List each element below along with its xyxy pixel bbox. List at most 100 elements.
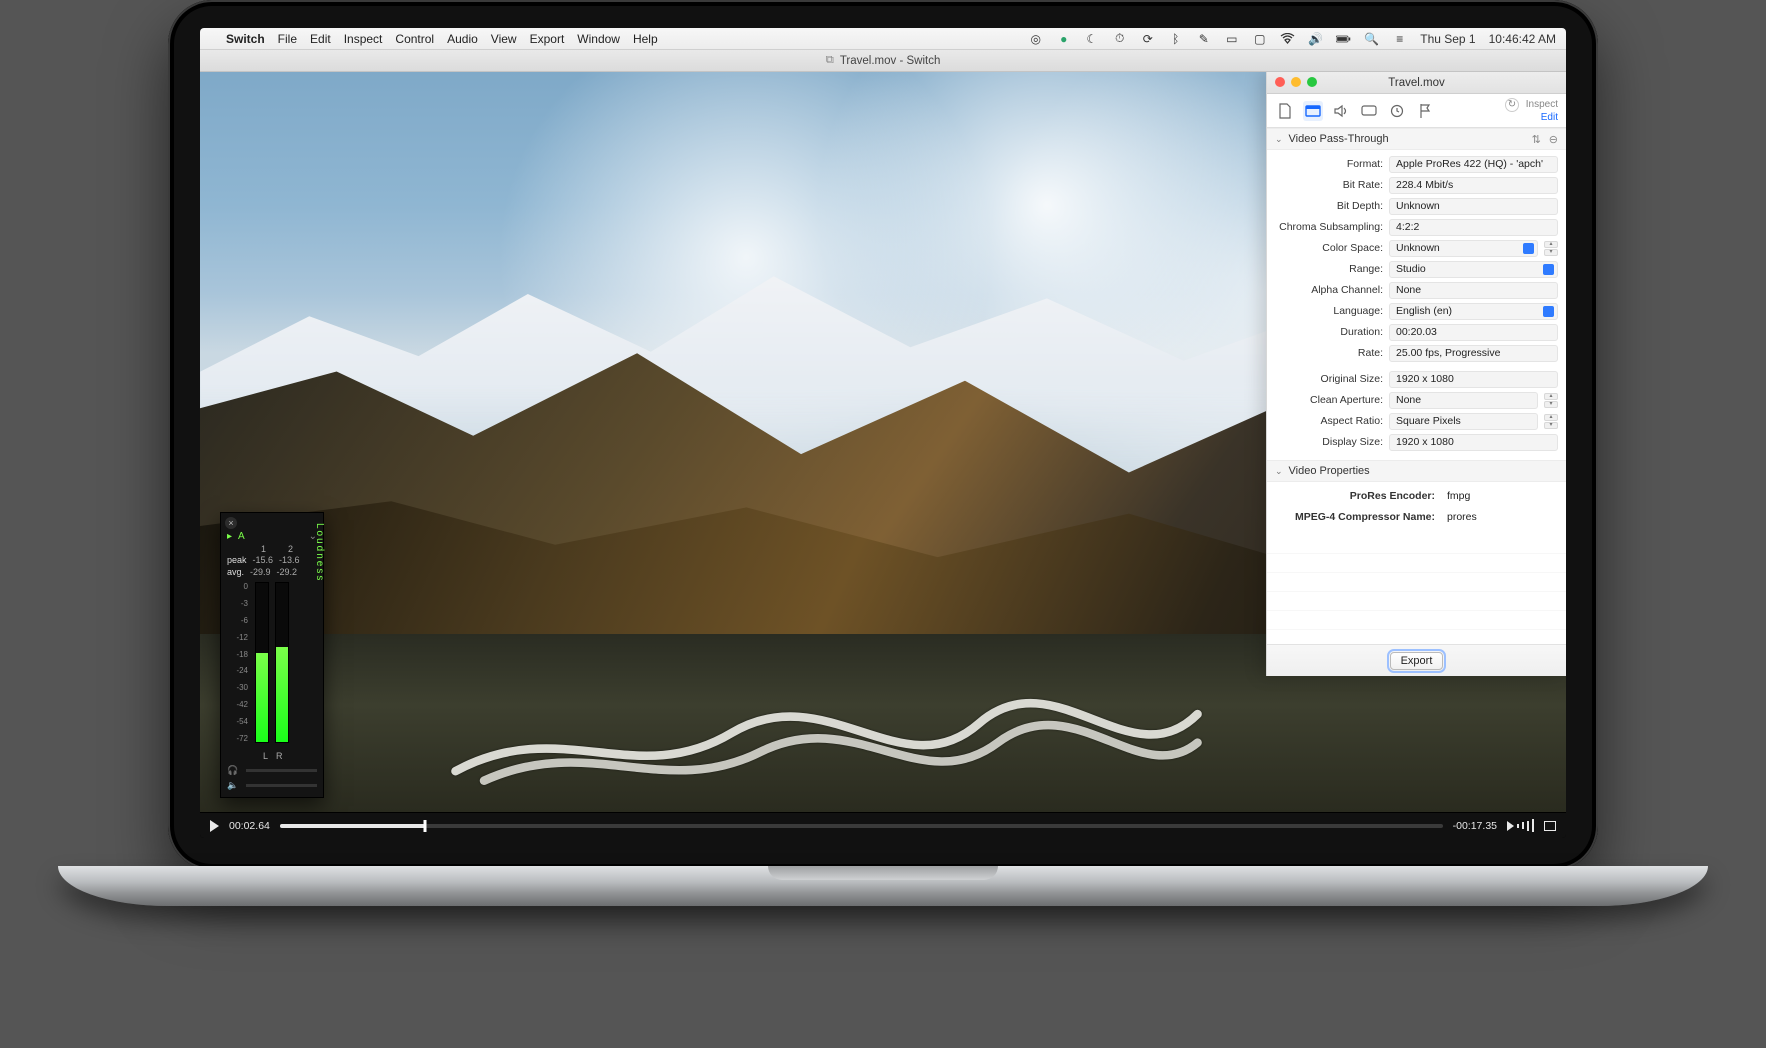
tab-file-icon[interactable]	[1275, 101, 1295, 121]
alpha-label: Alpha Channel:	[1275, 284, 1383, 296]
video-viewport[interactable]: × ▸ A ⌄ Loudness 1 2 peak -15.6 -13.6	[200, 72, 1566, 812]
play-icon[interactable]	[210, 820, 219, 832]
prores-value: fmpg	[1441, 488, 1558, 505]
menu-export[interactable]: Export	[530, 32, 565, 46]
lr-l: L	[263, 751, 268, 761]
tab-caption-icon[interactable]	[1359, 101, 1379, 121]
menu-audio[interactable]: Audio	[447, 32, 478, 46]
minimize-window-icon[interactable]	[1291, 77, 1301, 87]
menubar-time[interactable]: 10:46:42 AM	[1489, 32, 1556, 46]
menubar-app-name[interactable]: Switch	[226, 32, 265, 46]
screen: Switch File Edit Inspect Control Audio V…	[200, 28, 1566, 838]
scale-5: -24	[227, 666, 248, 675]
updown-icon[interactable]: ⇅	[1532, 133, 1541, 146]
timeline-playhead[interactable]	[424, 820, 427, 832]
zoom-window-icon[interactable]	[1307, 77, 1317, 87]
language-value[interactable]: English (en)	[1389, 303, 1558, 320]
scale-4: -18	[227, 650, 248, 659]
avg-label: avg.	[227, 567, 244, 577]
loudness-title: Loudness	[314, 523, 325, 582]
mode-label: Inspect	[1526, 99, 1558, 110]
cleanap-value[interactable]: None	[1389, 392, 1538, 409]
chevron-down-icon: ⌄	[1275, 134, 1283, 145]
creative-cloud-icon[interactable]: ◎	[1028, 31, 1043, 46]
scale-9: -72	[227, 734, 248, 743]
section-video-passthrough[interactable]: ⌄ Video Pass-Through ⇅⊖	[1267, 128, 1566, 150]
format-value[interactable]: Apple ProRes 422 (HQ) - 'apch'	[1389, 156, 1558, 173]
language-label: Language:	[1275, 305, 1383, 317]
range-label: Range:	[1275, 263, 1383, 275]
channel-2: 2	[288, 544, 293, 554]
menu-edit[interactable]: Edit	[310, 32, 331, 46]
origsize-value[interactable]: 1920 x 1080	[1389, 371, 1558, 388]
loudness-meters: 0 -3 -6 -12 -18 -24 -30 -42 -54 -72	[227, 582, 317, 743]
alpha-value[interactable]: None	[1389, 282, 1558, 299]
cleanap-label: Clean Aperture:	[1275, 394, 1383, 406]
speaker-icon[interactable]: 🔈	[227, 780, 238, 791]
tab-video-icon[interactable]	[1303, 101, 1323, 121]
bitdepth-value[interactable]: Unknown	[1389, 198, 1558, 215]
do-not-disturb-icon[interactable]: ☾	[1084, 31, 1099, 46]
clock-icon[interactable]: ⏱	[1112, 31, 1127, 46]
chroma-value[interactable]: 4:2:2	[1389, 219, 1558, 236]
elapsed-time: 00:02.64	[229, 820, 270, 832]
sync-icon[interactable]: ⟳	[1140, 31, 1155, 46]
player-title: Travel.mov - Switch	[840, 55, 941, 67]
avg-1: -29.9	[250, 567, 271, 577]
volume-control[interactable]	[1507, 819, 1534, 832]
menu-inspect[interactable]: Inspect	[344, 32, 383, 46]
loudness-panel[interactable]: × ▸ A ⌄ Loudness 1 2 peak -15.6 -13.6	[220, 512, 324, 798]
volume-icon[interactable]: 🔊	[1308, 31, 1323, 46]
dispsize-value[interactable]: 1920 x 1080	[1389, 434, 1558, 451]
bitrate-label: Bit Rate:	[1275, 179, 1383, 191]
mode-action[interactable]: Edit	[1541, 112, 1558, 123]
battery-icon[interactable]	[1336, 31, 1351, 46]
inspector-tabs: ↻ Inspect Edit	[1267, 94, 1566, 128]
traffic-lights[interactable]	[1275, 77, 1317, 87]
tab-audio-icon[interactable]	[1331, 101, 1351, 121]
inspector-titlebar[interactable]: Travel.mov	[1267, 72, 1566, 94]
timeline-track[interactable]	[280, 824, 1443, 828]
scale-1: -3	[227, 599, 248, 608]
wifi-icon[interactable]	[1280, 31, 1295, 46]
menubar-date[interactable]: Thu Sep 1	[1420, 32, 1475, 46]
duration-value[interactable]: 00:20.03	[1389, 324, 1558, 341]
menu-view[interactable]: View	[491, 32, 517, 46]
tab-flag-icon[interactable]	[1415, 101, 1435, 121]
minus-icon[interactable]: ⊖	[1549, 133, 1558, 146]
cleanap-stepper[interactable]: ▴▾	[1544, 393, 1558, 408]
control-center-icon[interactable]: ≡	[1392, 31, 1407, 46]
tab-time-icon[interactable]	[1387, 101, 1407, 121]
dropper-icon[interactable]: ✎	[1196, 31, 1211, 46]
menu-help[interactable]: Help	[633, 32, 658, 46]
spotlight-icon[interactable]: 🔍	[1364, 31, 1379, 46]
aspect-value[interactable]: Square Pixels	[1389, 413, 1538, 430]
chevron-right-icon[interactable]: ▸	[227, 531, 232, 542]
fullscreen-icon[interactable]	[1544, 821, 1556, 831]
headphones-icon[interactable]: 🎧	[227, 765, 238, 776]
close-window-icon[interactable]	[1275, 77, 1285, 87]
aspect-label: Aspect Ratio:	[1275, 415, 1383, 427]
section-video-properties[interactable]: ⌄ Video Properties	[1267, 460, 1566, 482]
bitdepth-label: Bit Depth:	[1275, 200, 1383, 212]
scale-6: -30	[227, 683, 248, 692]
scale-0: 0	[227, 582, 248, 591]
bluetooth-icon[interactable]: ᛒ	[1168, 31, 1183, 46]
airplay-icon[interactable]: ▭	[1224, 31, 1239, 46]
menu-file[interactable]: File	[278, 32, 297, 46]
status-dot-icon[interactable]: ●	[1056, 31, 1071, 46]
bitrate-value[interactable]: 228.4 Mbit/s	[1389, 177, 1558, 194]
close-icon[interactable]: ×	[225, 517, 237, 529]
meter-bar-r	[275, 582, 289, 743]
mpeg4-value: prores	[1441, 509, 1558, 526]
colorspace-value[interactable]: Unknown	[1389, 240, 1538, 257]
rate-value[interactable]: 25.00 fps, Progressive	[1389, 345, 1558, 362]
display-icon[interactable]: ▢	[1252, 31, 1267, 46]
inspector-mode[interactable]: ↻ Inspect Edit	[1505, 98, 1558, 123]
aspect-stepper[interactable]: ▴▾	[1544, 414, 1558, 429]
export-button[interactable]: Export	[1390, 652, 1444, 670]
menu-window[interactable]: Window	[577, 32, 620, 46]
menu-control[interactable]: Control	[395, 32, 434, 46]
colorspace-stepper[interactable]: ▴▾	[1544, 241, 1558, 256]
range-value[interactable]: Studio	[1389, 261, 1558, 278]
